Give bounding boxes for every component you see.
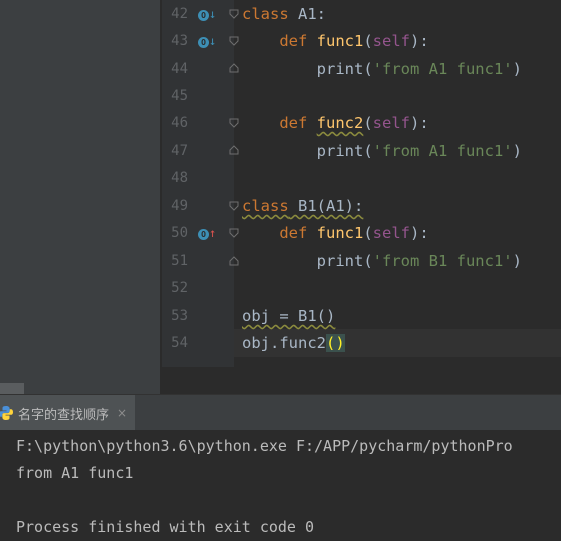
implemented-method-gutter-icon[interactable]: O ↓: [198, 6, 216, 22]
run-tool-window-header: 名字的查找顺序 ×: [0, 394, 561, 431]
code-line-51: print('from B1 func1'): [316, 252, 522, 270]
code-line-42: class A1:: [242, 5, 326, 23]
project-panel-scrollbar[interactable]: [0, 383, 24, 394]
console-output-line: from A1 func1: [16, 464, 134, 482]
fold-close-icon[interactable]: [229, 256, 239, 266]
line-number: 47: [171, 143, 188, 159]
fold-open-icon[interactable]: [229, 228, 239, 238]
code-line-44: print('from A1 func1'): [316, 60, 522, 78]
run-tab[interactable]: 名字的查找顺序 ×: [0, 395, 136, 431]
line-number: 44: [171, 61, 188, 77]
code-line-50: def func1(self):: [279, 224, 429, 242]
editor-bottom-area: [162, 367, 561, 394]
fold-open-icon[interactable]: [229, 201, 239, 211]
code-line-46: def func2(self):: [279, 114, 429, 132]
line-number: 54: [171, 335, 188, 351]
code-line-47: print('from A1 func1'): [316, 142, 522, 160]
run-tab-label: 名字的查找顺序: [18, 407, 110, 423]
code-line-43: def func1(self):: [279, 32, 429, 50]
fold-open-icon[interactable]: [229, 9, 239, 19]
overridden-method-gutter-icon[interactable]: O ↓: [198, 33, 216, 49]
python-icon: [0, 406, 14, 420]
fold-close-icon[interactable]: [229, 63, 239, 73]
close-tab-button[interactable]: ×: [117, 406, 127, 420]
fold-open-icon[interactable]: [229, 36, 239, 46]
overriding-method-gutter-icon[interactable]: O ↑: [198, 225, 216, 241]
line-number: 48: [171, 170, 188, 186]
code-line-53: obj = B1(): [242, 307, 336, 325]
line-number: 49: [171, 198, 188, 214]
console-output-line: Process finished with exit code 0: [16, 518, 315, 536]
line-number: 52: [171, 280, 188, 296]
line-number: 43: [171, 33, 188, 49]
fold-open-icon[interactable]: [229, 118, 239, 128]
code-line-54: obj.func2(): [242, 334, 345, 352]
line-number: 45: [171, 88, 188, 104]
line-number: 46: [171, 115, 188, 131]
line-number: 51: [171, 253, 188, 269]
code-line-49: class B1(A1):: [242, 197, 364, 215]
fold-close-icon[interactable]: [229, 145, 239, 155]
console-output-line: F:\python\python3.6\python.exe F:/APP/py…: [16, 437, 513, 455]
line-number: 42: [171, 6, 188, 22]
project-panel: [0, 0, 160, 394]
run-console[interactable]: F:\python\python3.6\python.exe F:/APP/py…: [0, 430, 561, 541]
line-number: 50: [171, 225, 188, 241]
code-text-area[interactable]: class A1: def func1(self): print('from A…: [242, 0, 561, 367]
line-number: 53: [171, 308, 188, 324]
